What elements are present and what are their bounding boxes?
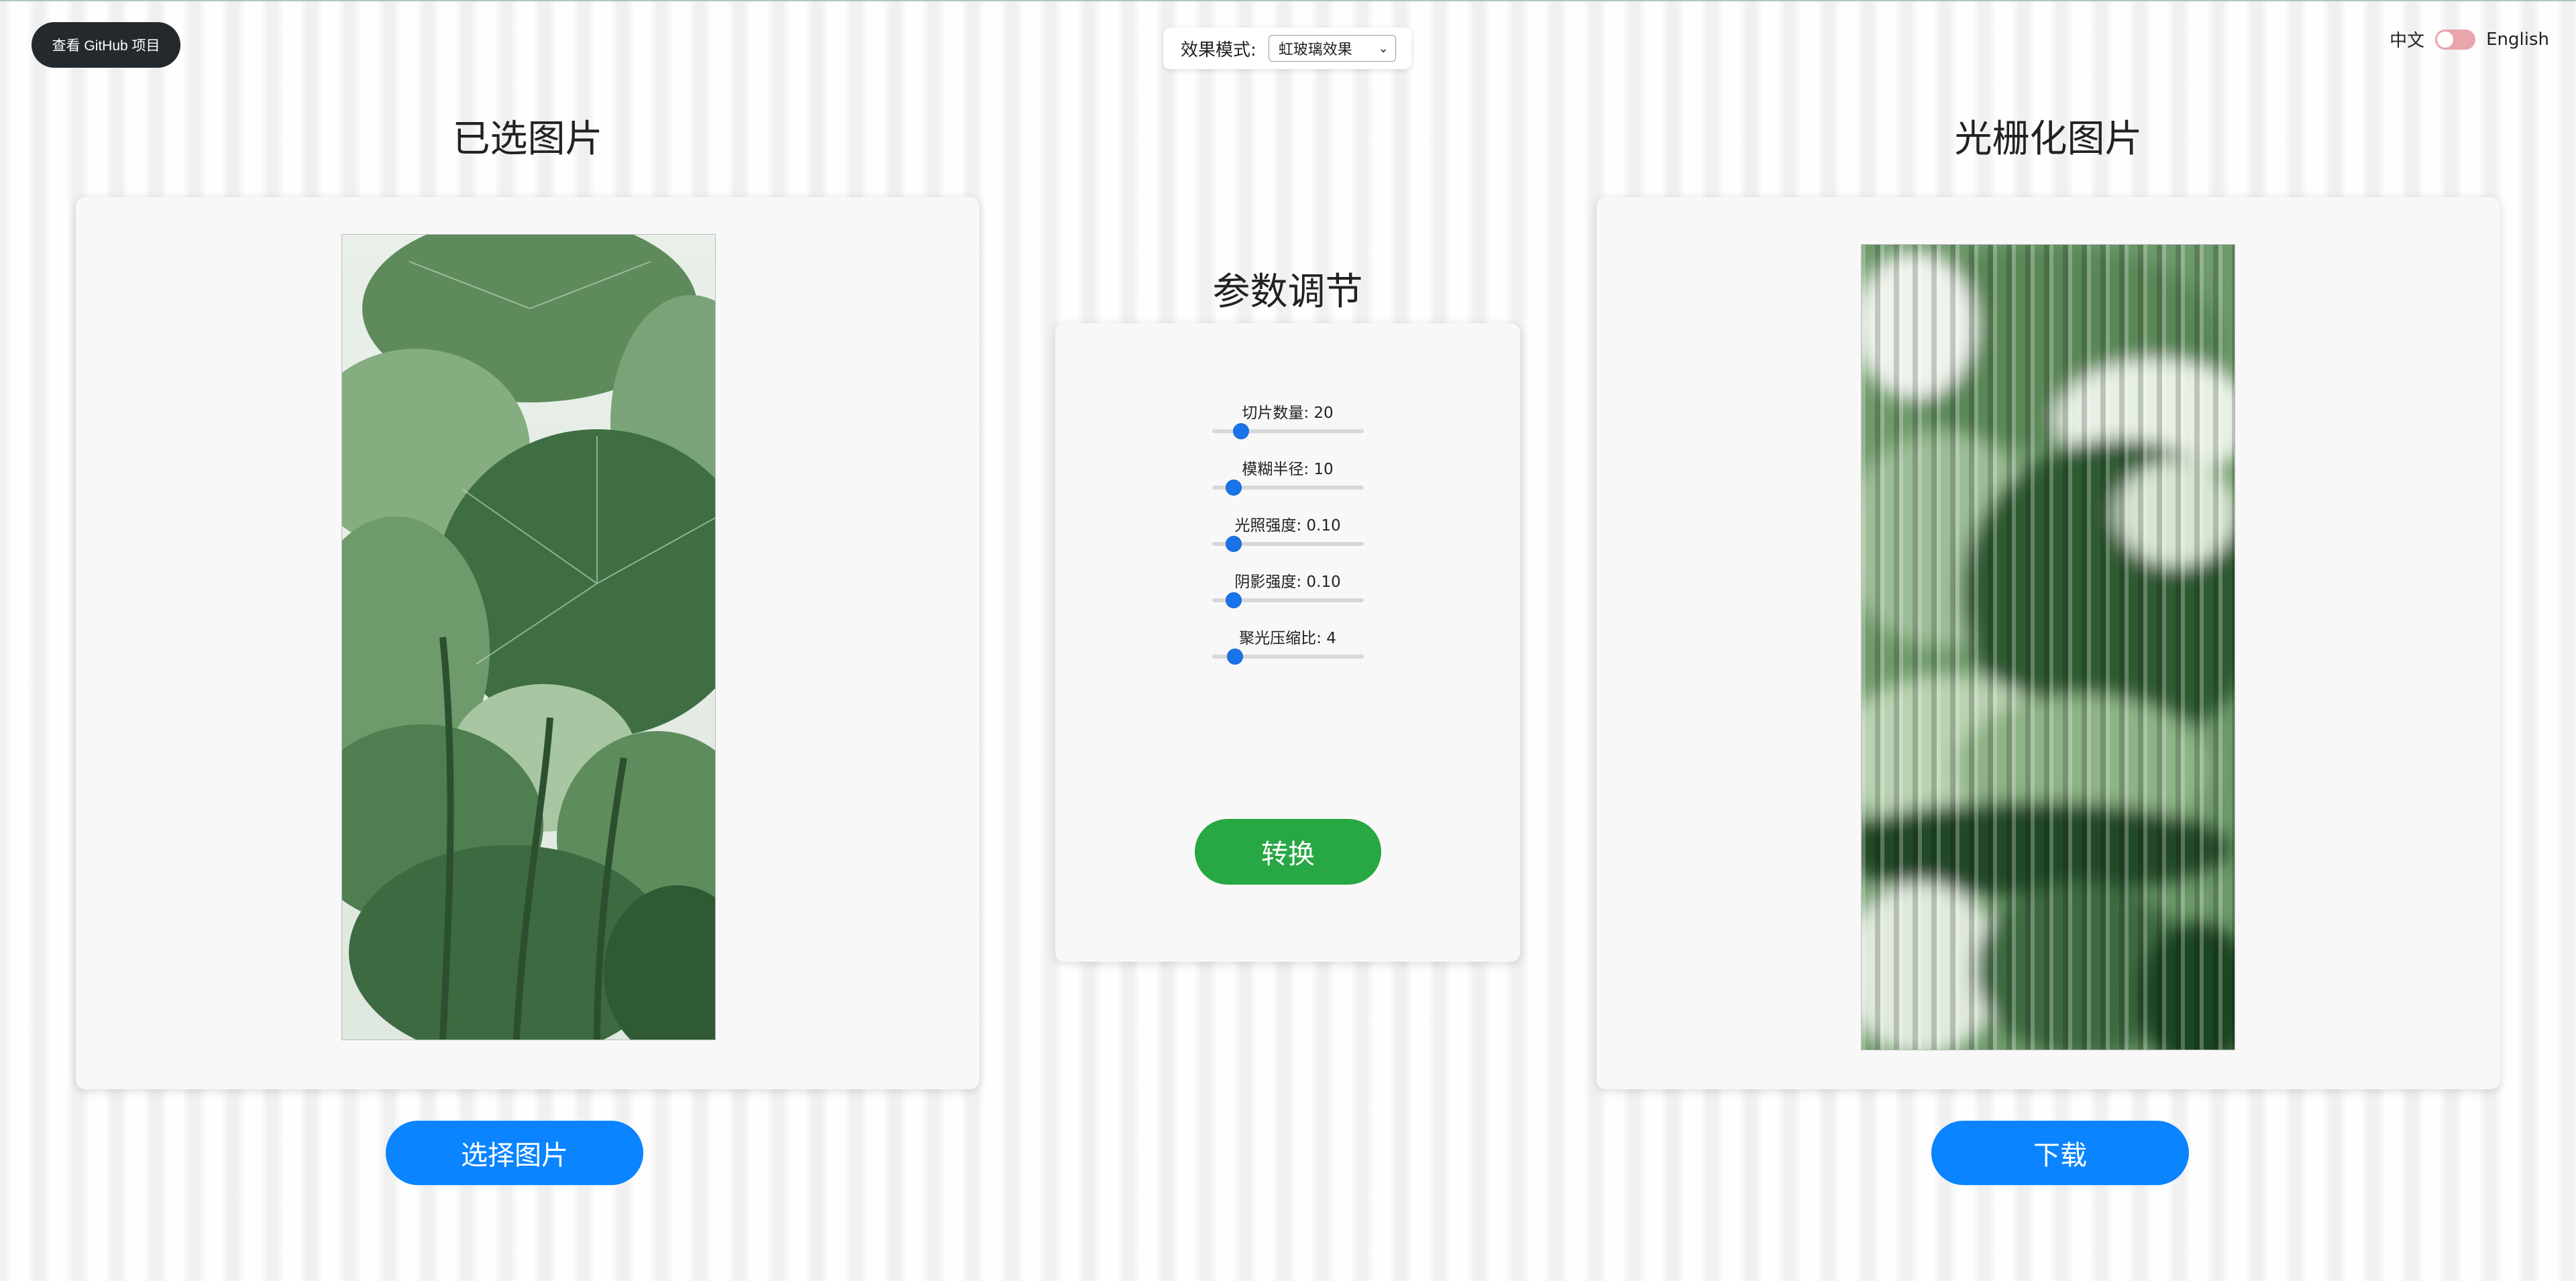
- slider-track[interactable]: [1212, 423, 1364, 439]
- slider-track[interactable]: [1212, 480, 1364, 496]
- original-image: [341, 234, 716, 1040]
- lang-en-label: English: [2486, 29, 2549, 50]
- lotus-leaves-image: [342, 235, 715, 1040]
- rasterized-image-title: 光栅化图片: [1954, 117, 2143, 161]
- effect-mode-select[interactable]: 虹玻璃效果 ⌄: [1268, 35, 1396, 62]
- chevron-down-icon: ⌄: [1378, 41, 1389, 56]
- slider-light-intensity: 光照强度: 0.10: [1055, 512, 1520, 552]
- convert-button[interactable]: 转换: [1195, 819, 1381, 885]
- slider-thumb[interactable]: [1225, 536, 1242, 552]
- language-toggle[interactable]: [2435, 29, 2476, 50]
- selected-image-title: 已选图片: [452, 117, 603, 161]
- lang-zh-label: 中文: [2390, 31, 2425, 51]
- effect-mode-control: 效果模式: 虹玻璃效果 ⌄: [1163, 27, 1411, 69]
- slider-thumb[interactable]: [1225, 480, 1242, 496]
- slider-slice-count: 切片数量: 20: [1055, 400, 1520, 439]
- slider-label: 阴影强度: 0.10: [1234, 573, 1341, 591]
- toggle-knob: [2437, 31, 2454, 48]
- slider-label: 模糊半径: 10: [1242, 461, 1334, 478]
- slider-label: 光照强度: 0.10: [1234, 517, 1341, 535]
- slider-track[interactable]: [1212, 592, 1364, 608]
- slider-shadow-intensity: 阴影强度: 0.10: [1055, 569, 1520, 608]
- slider-label: 聚光压缩比: 4: [1239, 630, 1336, 647]
- language-switch: 中文 English: [2390, 27, 2549, 52]
- effect-mode-value: 虹玻璃效果: [1278, 42, 1352, 58]
- effect-mode-label: 效果模式:: [1181, 40, 1256, 60]
- params-title: 参数调节: [1212, 270, 1363, 314]
- slider-focus-compression: 聚光压缩比: 4: [1055, 625, 1520, 665]
- slider-track[interactable]: [1212, 536, 1364, 552]
- rasterized-leaves-image: [1862, 245, 2235, 1050]
- slider-thumb[interactable]: [1225, 592, 1242, 608]
- slider-thumb[interactable]: [1226, 649, 1243, 665]
- github-project-button[interactable]: 查看 GitHub 项目: [32, 22, 180, 68]
- download-button[interactable]: 下载: [1931, 1121, 2189, 1185]
- select-image-button[interactable]: 选择图片: [386, 1121, 643, 1185]
- slider-label: 切片数量: 20: [1242, 404, 1334, 422]
- rasterized-image: [1861, 244, 2235, 1050]
- slider-thumb[interactable]: [1232, 423, 1249, 439]
- slider-blur-radius: 模糊半径: 10: [1055, 456, 1520, 496]
- slider-track[interactable]: [1212, 649, 1364, 665]
